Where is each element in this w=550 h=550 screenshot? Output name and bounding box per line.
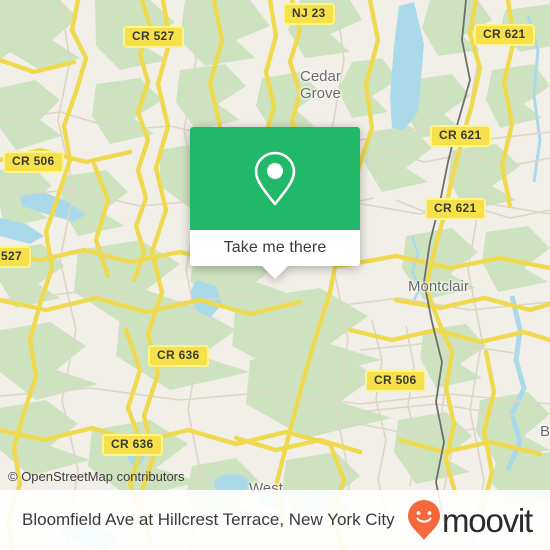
take-me-there-card[interactable]: Take me there: [190, 127, 360, 279]
moovit-wordmark: moovit: [442, 501, 533, 539]
road-shield-cr-636-south[interactable]: CR 636: [102, 434, 163, 456]
stop-title: Bloomfield Ave at Hillcrest Terrace, New…: [22, 510, 395, 529]
road-shield-527-edge[interactable]: 527: [0, 246, 31, 268]
take-me-there-button[interactable]: Take me there: [190, 230, 360, 266]
moovit-pin-smiley-icon: [408, 500, 440, 540]
place-label-montclair: Montclair: [408, 278, 469, 295]
road-shield-cr-506-west[interactable]: CR 506: [3, 151, 64, 173]
road-shield-cr-621-northeast[interactable]: CR 621: [474, 24, 535, 46]
road-shield-cr-527-north[interactable]: CR 527: [123, 26, 184, 48]
place-label-cedar-grove: Cedar Grove: [300, 68, 341, 102]
moovit-logo[interactable]: moovit: [407, 499, 533, 541]
road-shield-cr-506-southeast[interactable]: CR 506: [365, 370, 426, 392]
bottom-bar: Bloomfield Ave at Hillcrest Terrace, New…: [0, 490, 550, 550]
map-pin-icon: [254, 151, 296, 205]
road-shield-cr-636-north[interactable]: CR 636: [148, 345, 209, 367]
card-pointer: [262, 266, 288, 279]
place-label-line: Cedar: [300, 68, 341, 85]
road-shield-nj-23[interactable]: NJ 23: [283, 3, 335, 25]
place-label-bloomfield-edge: B: [540, 423, 550, 440]
place-label-line: Grove: [300, 85, 341, 102]
map-attribution[interactable]: © OpenStreetMap contributors: [8, 469, 185, 484]
road-shield-cr-621-south[interactable]: CR 621: [425, 198, 486, 220]
card-image-area: [190, 127, 360, 230]
road-shield-cr-621-mid[interactable]: CR 621: [430, 125, 491, 147]
map-screenshot: CR 527 NJ 23 CR 621 CR 506 CR 621 CR 621…: [0, 0, 550, 550]
